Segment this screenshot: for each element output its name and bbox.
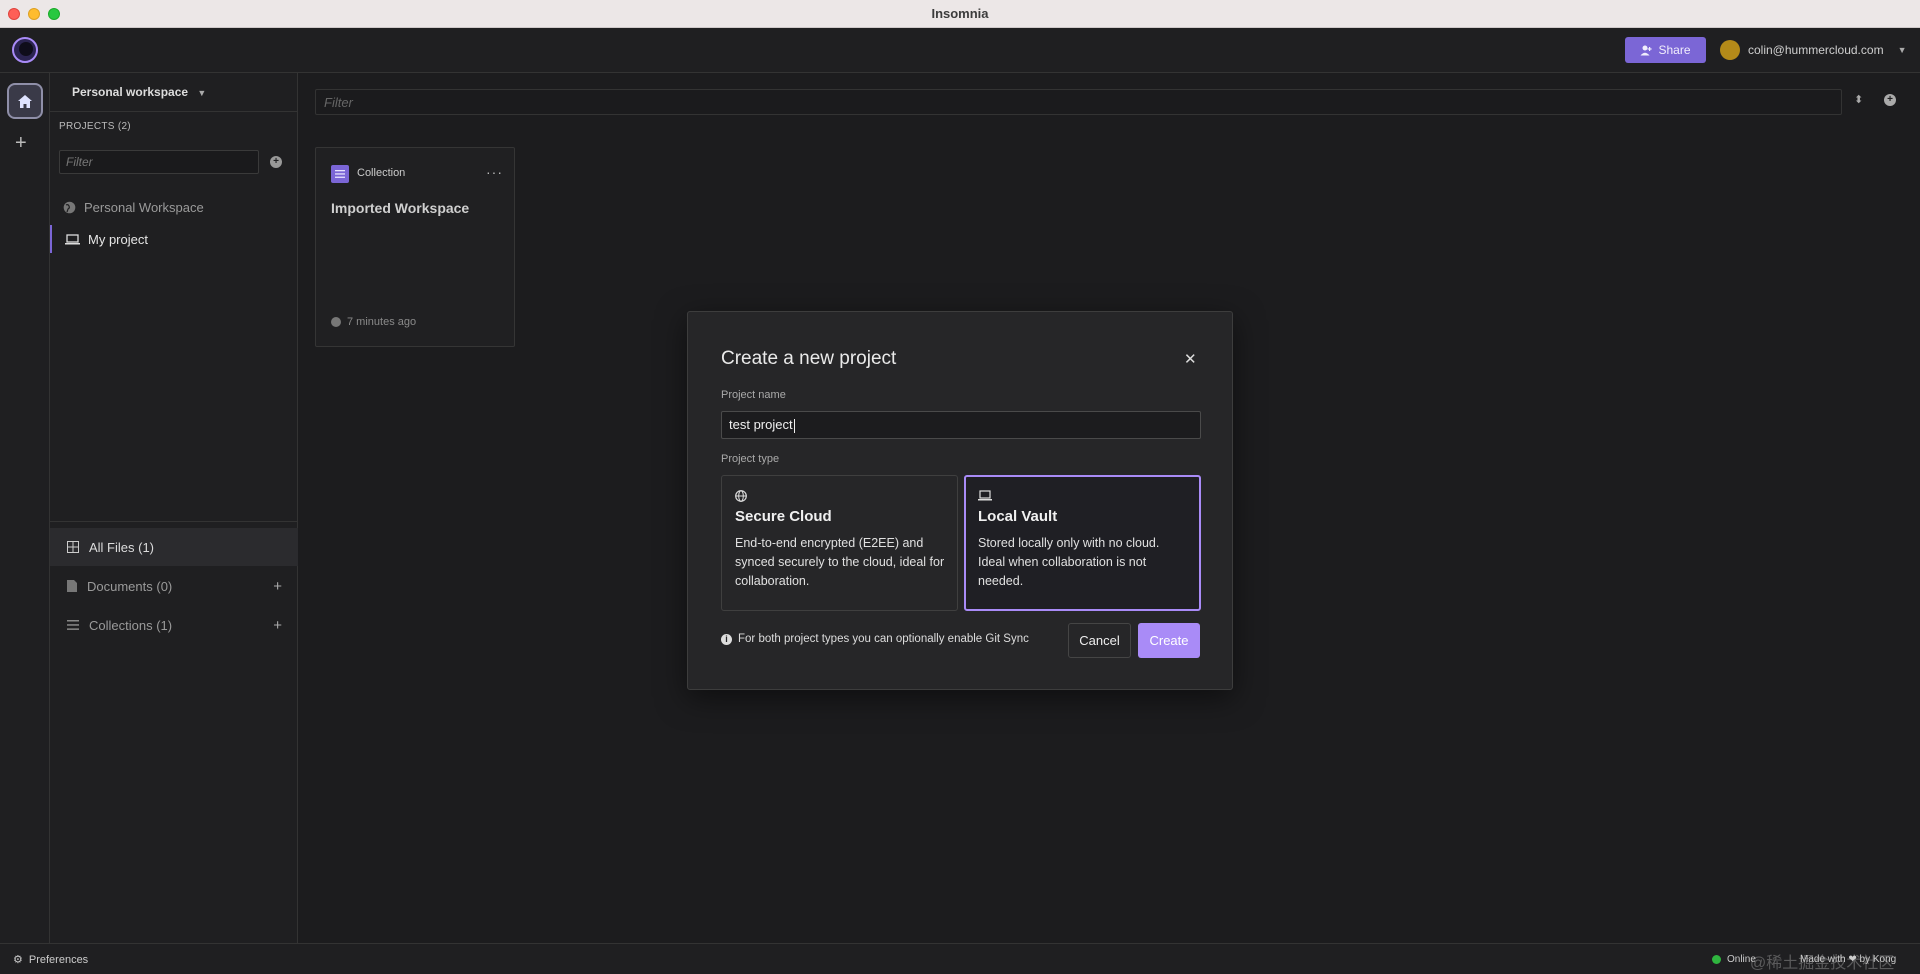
add-project-icon[interactable]: + <box>270 156 282 168</box>
user-email: colin@hummercloud.com <box>1748 43 1884 57</box>
git-sync-note: i For both project types you can optiona… <box>721 633 1029 645</box>
projects-heading: PROJECTS (2) <box>59 121 131 132</box>
window-titlebar: Insomnia <box>0 0 1920 28</box>
sidebar-item-label: My project <box>88 231 148 247</box>
online-dot-icon <box>1712 955 1721 964</box>
status-bar: ⚙ Preferences Online Made with ❤ by Kong… <box>0 943 1920 974</box>
option-title: Secure Cloud <box>735 508 832 525</box>
create-project-modal: Create a new project ✕ Project name test… <box>687 311 1233 690</box>
project-name-label: Project name <box>721 389 786 401</box>
clock-icon <box>331 317 341 327</box>
nav-all-files[interactable]: All Files (1) <box>50 528 298 566</box>
more-options-icon[interactable]: ··· <box>486 164 503 180</box>
add-collection-icon[interactable]: + <box>273 617 282 634</box>
workspace-switcher[interactable]: Personal workspace ▼ <box>72 85 206 99</box>
sidebar-item-label: Personal Workspace <box>84 199 204 215</box>
sidebar-item-my-project[interactable]: My project <box>50 225 298 253</box>
main-filter-input[interactable]: Filter <box>315 89 1842 115</box>
workspace-switcher-label: Personal workspace <box>72 85 189 99</box>
home-button[interactable] <box>7 83 43 119</box>
nav-label: Collections (1) <box>89 617 173 633</box>
card-updated-text: 7 minutes ago <box>347 316 417 328</box>
cancel-button[interactable]: Cancel <box>1068 623 1131 658</box>
globe-icon <box>63 201 76 213</box>
grid-icon <box>67 541 79 553</box>
share-button[interactable]: Share <box>1625 37 1706 63</box>
sidebar-item-personal-workspace[interactable]: Personal Workspace <box>50 193 298 221</box>
git-sync-note-text: For both project types you can optionall… <box>738 633 1029 645</box>
left-rail: + <box>0 73 50 943</box>
add-icon[interactable]: + <box>1884 94 1896 106</box>
preferences-button[interactable]: ⚙ Preferences <box>13 953 89 967</box>
avatar <box>1720 40 1740 60</box>
sort-icon[interactable]: ⬍ <box>1854 93 1863 106</box>
option-description: Stored locally only with no cloud. Ideal… <box>978 536 1160 588</box>
divider <box>50 111 298 112</box>
project-type-label: Project type <box>721 453 780 465</box>
option-description: End-to-end encrypted (E2EE) and synced s… <box>735 536 945 588</box>
nav-documents[interactable]: Documents (0) + <box>50 567 298 605</box>
modal-title: Create a new project <box>721 348 897 369</box>
list-icon <box>67 620 79 630</box>
share-label: Share <box>1658 43 1691 57</box>
close-icon[interactable]: ✕ <box>1184 350 1197 368</box>
option-secure-cloud[interactable]: Secure Cloud End-to-end encrypted (E2EE)… <box>721 475 958 611</box>
card-type-label: Collection <box>357 167 406 179</box>
insomnia-logo-icon[interactable] <box>12 37 38 63</box>
add-document-icon[interactable]: + <box>273 578 282 595</box>
watermark: @稀土掘金技术社区 <box>1750 955 1895 972</box>
nav-label: All Files (1) <box>89 539 155 555</box>
create-button[interactable]: Create <box>1138 623 1200 658</box>
window-title: Insomnia <box>931 6 989 21</box>
collection-icon <box>331 165 349 183</box>
laptop-icon <box>65 233 80 244</box>
project-name-input[interactable]: test project <box>721 411 1201 439</box>
gear-icon: ⚙ <box>13 954 23 966</box>
option-local-vault[interactable]: Local Vault Stored locally only with no … <box>964 475 1201 611</box>
workspace-card[interactable]: Collection ··· Imported Workspace 7 minu… <box>315 147 515 347</box>
user-menu[interactable]: colin@hummercloud.com ▼ <box>1720 38 1906 62</box>
card-title: Imported Workspace <box>331 200 470 216</box>
info-icon: i <box>721 633 732 645</box>
project-name-value: test project <box>729 417 793 432</box>
option-title: Local Vault <box>978 508 1058 525</box>
project-sidebar: Personal workspace ▼ PROJECTS (2) Filter… <box>50 73 298 943</box>
project-filter-input[interactable]: Filter <box>59 150 259 174</box>
globe-icon <box>735 490 945 504</box>
home-icon <box>18 94 32 108</box>
card-timestamp: 7 minutes ago <box>331 316 416 328</box>
laptop-icon <box>978 490 1188 504</box>
document-icon <box>67 580 77 592</box>
nav-label: Documents (0) <box>87 578 173 594</box>
chevron-down-icon: ▼ <box>197 88 207 98</box>
preferences-label: Preferences <box>28 953 89 966</box>
add-organization-icon[interactable]: + <box>15 133 27 153</box>
nav-collections[interactable]: Collections (1) + <box>50 606 298 644</box>
add-user-icon <box>1640 45 1653 55</box>
chevron-down-icon: ▼ <box>1897 45 1907 55</box>
divider <box>50 521 298 522</box>
app-header: Share colin@hummercloud.com ▼ <box>0 28 1920 73</box>
